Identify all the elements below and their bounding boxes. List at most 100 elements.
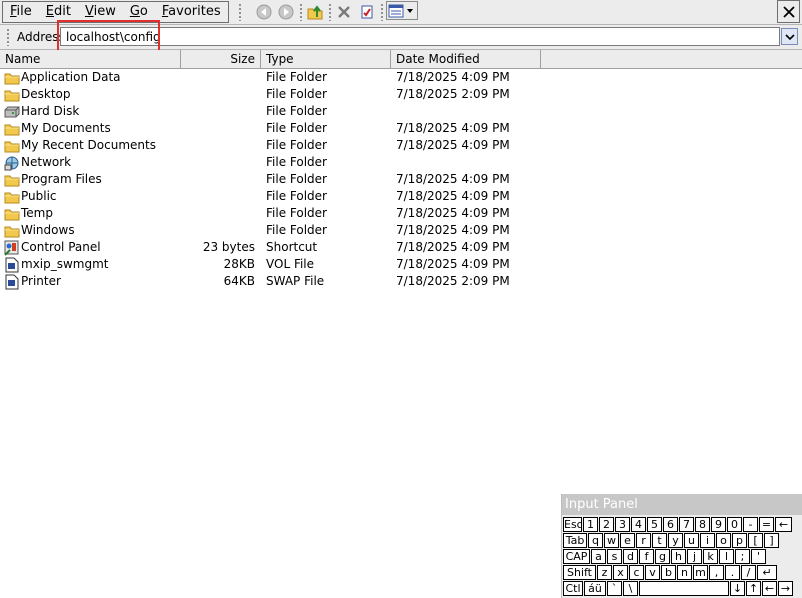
key[interactable]: ' [751, 549, 766, 564]
key[interactable]: ← [762, 581, 777, 596]
key[interactable]: Shift [563, 565, 596, 580]
file-row[interactable]: mxip_swmgmt 28KB VOL File 7/18/2025 4:09 PM [0, 256, 802, 273]
menu-favorites[interactable]: Favorites [155, 2, 228, 22]
file-row[interactable]: Network File Folder [0, 154, 802, 171]
toolbar-grip[interactable] [299, 3, 303, 21]
key[interactable]: 1 [583, 517, 598, 532]
key[interactable]: i [700, 533, 715, 548]
menu-edit[interactable]: Edit [39, 2, 78, 22]
file-row[interactable]: My Recent Documents File Folder 7/18/2025 … [0, 137, 802, 154]
key[interactable]: r [636, 533, 651, 548]
key[interactable]: k [703, 549, 718, 564]
key[interactable]: b [661, 565, 676, 580]
key[interactable]: z [597, 565, 612, 580]
key[interactable]: → [778, 581, 793, 596]
back-button[interactable] [253, 1, 275, 22]
address-input[interactable] [60, 27, 780, 46]
key[interactable]: 3 [615, 517, 630, 532]
key[interactable]: áü [584, 581, 606, 596]
key[interactable]: ↓ [730, 581, 745, 596]
key[interactable]: e [620, 533, 635, 548]
key[interactable]: Ctl [563, 581, 583, 596]
key[interactable]: Esc [563, 517, 583, 532]
key[interactable]: ` [607, 581, 622, 596]
key[interactable]: CAP [563, 549, 590, 564]
key[interactable]: y [668, 533, 683, 548]
key[interactable]: o [716, 533, 731, 548]
key[interactable]: / [741, 565, 756, 580]
key[interactable]: g [655, 549, 670, 564]
key[interactable]: t [652, 533, 667, 548]
column-size[interactable]: Size [181, 50, 261, 68]
key[interactable]: ↵ [757, 565, 777, 580]
key[interactable]: 9 [711, 517, 726, 532]
column-date-modified[interactable]: Date Modified [391, 50, 541, 68]
address-grip[interactable] [6, 28, 10, 46]
toolbar-grip[interactable] [238, 3, 242, 21]
key[interactable]: 5 [647, 517, 662, 532]
menu-go[interactable]: Go [123, 2, 155, 22]
key[interactable]: a [591, 549, 606, 564]
key[interactable]: n [677, 565, 692, 580]
menu-view[interactable]: View [78, 2, 123, 22]
key[interactable]: 7 [679, 517, 694, 532]
key[interactable]: ] [764, 533, 779, 548]
key[interactable]: . [725, 565, 740, 580]
key[interactable]: j [687, 549, 702, 564]
up-folder-button[interactable] [304, 1, 326, 22]
column-name[interactable]: Name [0, 50, 181, 68]
key[interactable]: q [588, 533, 603, 548]
key[interactable]: l [719, 549, 734, 564]
key[interactable]: - [743, 517, 758, 532]
key[interactable]: c [629, 565, 644, 580]
key[interactable]: 0 [727, 517, 742, 532]
key[interactable]: s [607, 549, 622, 564]
file-row[interactable]: Application Data File Folder 7/18/2025 4:0… [0, 69, 802, 86]
key[interactable]: ; [735, 549, 750, 564]
key[interactable]: = [759, 517, 774, 532]
file-row[interactable]: Windows File Folder 7/18/2025 4:09 PM [0, 222, 802, 239]
close-button[interactable] [777, 0, 800, 23]
key[interactable]: 4 [631, 517, 646, 532]
views-button[interactable] [386, 1, 418, 20]
file-row[interactable]: My Documents File Folder 7/18/2025 4:09 PM [0, 120, 802, 137]
forward-button[interactable] [275, 1, 297, 22]
keyboard-row: CAP a s d f g h j k l; ' [563, 549, 802, 565]
key[interactable]: f [639, 549, 654, 564]
file-row[interactable]: Control Panel 23 bytes Shortcut 7/18/2025 4… [0, 239, 802, 256]
key[interactable]: u [684, 533, 699, 548]
key[interactable]: p [732, 533, 747, 548]
key[interactable]: 2 [599, 517, 614, 532]
file-row[interactable]: Hard Disk File Folder [0, 103, 802, 120]
file-row[interactable]: Desktop File Folder 7/18/2025 2:09 PM [0, 86, 802, 103]
input-panel-title[interactable]: Input Panel [562, 494, 802, 515]
file-row[interactable]: Printer 64KB SWAP File 7/18/2025 2:09 PM [0, 273, 802, 290]
key[interactable]: ↑ [746, 581, 761, 596]
delete-button[interactable] [333, 1, 355, 22]
properties-button[interactable] [356, 1, 378, 22]
folder-icon [4, 138, 20, 154]
key[interactable]: [ [748, 533, 763, 548]
address-dropdown-button[interactable] [781, 28, 798, 45]
key[interactable]: d [623, 549, 638, 564]
key[interactable]: , [709, 565, 724, 580]
menu-file[interactable]: File [3, 2, 39, 22]
key[interactable]: v [645, 565, 660, 580]
column-type[interactable]: Type [261, 50, 391, 68]
key[interactable]: 6 [663, 517, 678, 532]
file-name: mxip_swmgmt [21, 257, 109, 271]
key[interactable]: 8 [695, 517, 710, 532]
key[interactable]: h [671, 549, 686, 564]
key[interactable]: x [613, 565, 628, 580]
toolbar-grip[interactable] [328, 3, 332, 21]
file-row[interactable]: Program Files File Folder 7/18/2025 4:09 P… [0, 171, 802, 188]
key[interactable]: ← [775, 517, 792, 532]
key[interactable]: \ [623, 581, 638, 596]
file-row[interactable]: Temp File Folder 7/18/2025 4:09 PM [0, 205, 802, 222]
file-row[interactable]: Public File Folder 7/18/2025 4:09 PM [0, 188, 802, 205]
key[interactable]: w [604, 533, 619, 548]
key-space[interactable] [639, 581, 729, 596]
key[interactable]: m [693, 565, 708, 580]
toolbar-grip[interactable] [380, 3, 384, 21]
key[interactable]: Tab [563, 533, 587, 548]
